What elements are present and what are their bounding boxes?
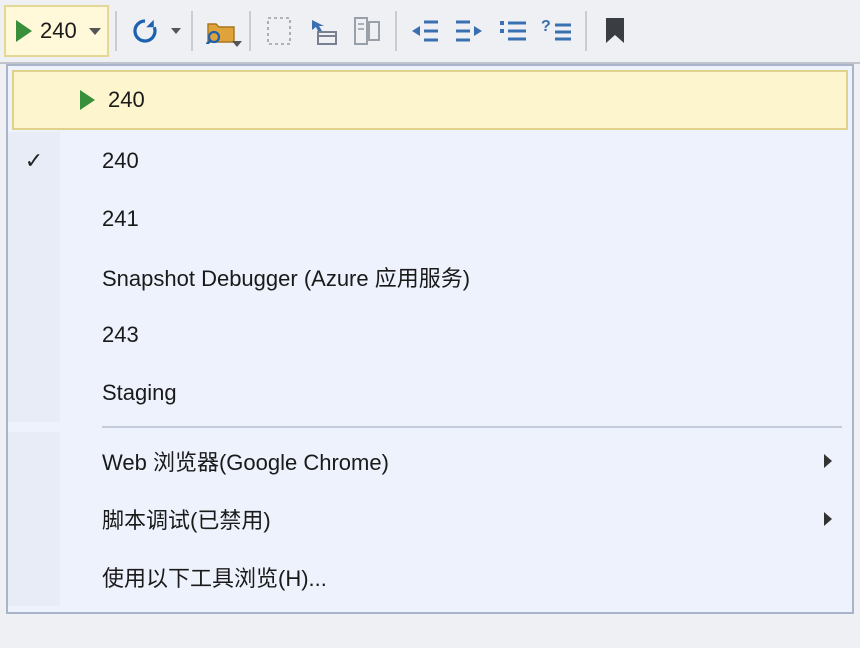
menu-label: Web 浏览器(Google Chrome) xyxy=(102,445,824,477)
selection-icon xyxy=(266,16,292,46)
open-file-button[interactable] xyxy=(199,9,243,53)
check-icon: ✓ xyxy=(25,148,43,174)
menu-label: 241 xyxy=(102,206,832,232)
menu-item-snapshot-debugger[interactable]: Snapshot Debugger (Azure 应用服务) xyxy=(8,248,852,306)
element-inspect-button[interactable] xyxy=(301,9,345,53)
menu-item-241[interactable]: 241 xyxy=(8,190,852,248)
menu-item-staging[interactable]: Staging xyxy=(8,364,852,422)
menu-label: Staging xyxy=(102,380,832,406)
refresh-button[interactable] xyxy=(123,9,167,53)
separator xyxy=(191,11,193,51)
menu-label: 240 xyxy=(102,148,832,174)
menu-icon-slot xyxy=(66,90,108,110)
menu-gutter xyxy=(8,306,60,364)
menu-gutter xyxy=(8,364,60,422)
separator xyxy=(115,11,117,51)
chevron-down-icon xyxy=(171,28,181,34)
menu-label: Snapshot Debugger (Azure 应用服务) xyxy=(102,261,832,293)
submenu-arrow-icon xyxy=(824,512,832,526)
menu-item-243[interactable]: 243 xyxy=(8,306,852,364)
refresh-dropdown[interactable] xyxy=(167,9,185,53)
indent-button[interactable] xyxy=(447,9,491,53)
submenu-arrow-icon xyxy=(824,454,832,468)
play-icon xyxy=(80,90,95,110)
svg-text:?: ? xyxy=(541,18,551,35)
element-inspect-icon xyxy=(308,16,338,46)
play-icon xyxy=(16,20,32,42)
refresh-icon xyxy=(130,16,160,46)
menu-gutter xyxy=(14,72,66,128)
bookmark-icon xyxy=(603,16,627,46)
menu-item-script-debug[interactable]: 脚本调试(已禁用) xyxy=(8,490,852,548)
run-debug-target-button[interactable]: 240 xyxy=(4,5,109,57)
document-outline-icon xyxy=(353,16,381,46)
bookmark-button[interactable] xyxy=(593,9,637,53)
run-target-label: 240 xyxy=(40,18,77,44)
menu-item-browse-with[interactable]: 使用以下工具浏览(H)... xyxy=(8,548,852,606)
menu-item-240-highlighted[interactable]: 240 xyxy=(12,70,848,130)
toolbar: 240 xyxy=(0,0,860,64)
comment-lines-icon xyxy=(498,18,528,44)
indent-icon xyxy=(454,18,484,44)
menu-gutter xyxy=(8,548,60,606)
separator xyxy=(585,11,587,51)
separator xyxy=(395,11,397,51)
menu-gutter xyxy=(8,190,60,248)
menu-item-web-browser[interactable]: Web 浏览器(Google Chrome) xyxy=(8,432,852,490)
menu-item-240-checked[interactable]: ✓ 240 xyxy=(8,132,852,190)
uncomment-button[interactable]: ? xyxy=(535,9,579,53)
separator xyxy=(249,11,251,51)
menu-separator xyxy=(102,426,842,428)
outdent-button[interactable] xyxy=(403,9,447,53)
menu-label: 240 xyxy=(108,87,826,113)
menu-label: 脚本调试(已禁用) xyxy=(102,503,824,535)
uncomment-icon: ? xyxy=(541,17,573,45)
debug-target-dropdown: 240 ✓ 240 241 Snapshot Debugger (Azure 应… xyxy=(6,64,854,614)
comment-button[interactable] xyxy=(491,9,535,53)
document-outline-button[interactable] xyxy=(345,9,389,53)
menu-gutter xyxy=(8,490,60,548)
menu-gutter: ✓ xyxy=(8,132,60,190)
chevron-down-icon xyxy=(232,41,242,47)
menu-gutter xyxy=(8,248,60,306)
chevron-down-icon xyxy=(89,28,101,35)
menu-gutter xyxy=(8,432,60,490)
outdent-icon xyxy=(410,18,440,44)
menu-label: 243 xyxy=(102,322,832,348)
selection-button[interactable] xyxy=(257,9,301,53)
menu-label: 使用以下工具浏览(H)... xyxy=(102,561,832,593)
